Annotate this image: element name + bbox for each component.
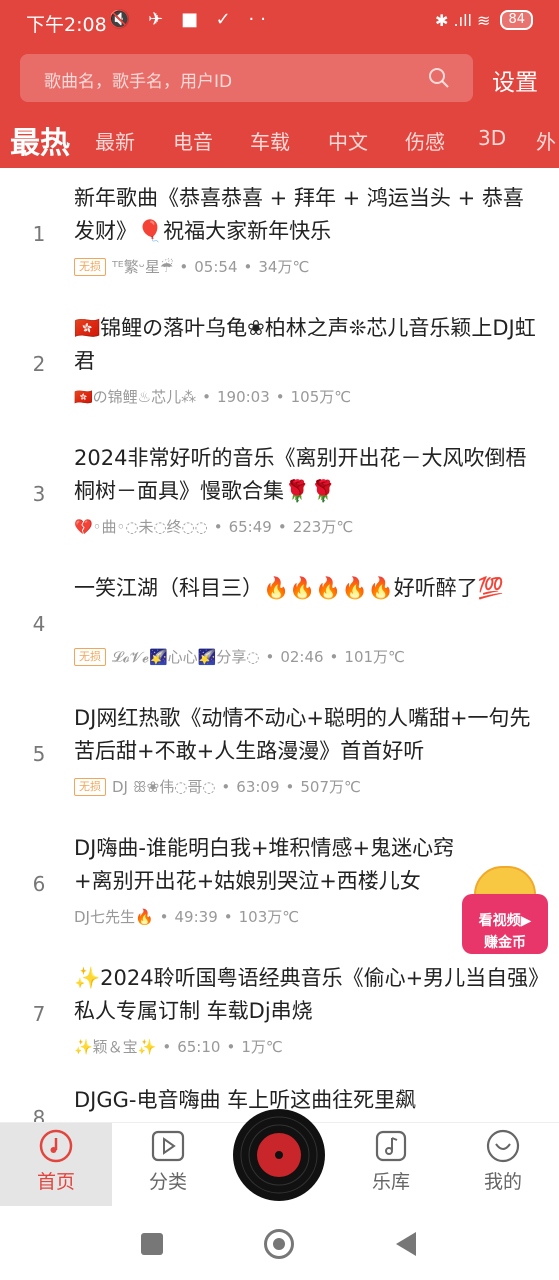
song-uploader: ᵀᴱ繁ᵕ星☔ — [112, 258, 174, 276]
song-meta: 无损 ᵀᴱ繁ᵕ星☔ • 05:54 • 34万℃ — [74, 256, 309, 277]
tab-foreign[interactable]: 外 — [536, 126, 556, 155]
nav-category-label: 分类 — [148, 1171, 187, 1193]
search-icon[interactable] — [427, 66, 451, 90]
smile-face-icon — [486, 1129, 520, 1163]
song-list: 1 新年歌曲《恭喜恭喜 + 拜年 + 鸿运当头 + 恭喜发财》🎈祝福大家新年快乐… — [0, 168, 559, 1122]
song-plays: 34万℃ — [258, 258, 310, 276]
status-time: 下午2:08 — [26, 14, 107, 36]
tab-hot[interactable]: 最热 — [10, 118, 70, 162]
tab-car[interactable]: 车载 — [250, 126, 290, 155]
song-duration: 65:49 — [228, 517, 272, 536]
song-uploader: 𝓛𝓸𝓥𝓮🌠心心🌠分享◌ — [112, 648, 260, 666]
song-duration: 63:09 — [236, 777, 280, 796]
song-rank: 8 — [32, 1106, 46, 1122]
song-rank: 4 — [32, 612, 46, 636]
song-meta: ✨颖＆宝✨ • 65:10 • 1万℃ — [74, 1037, 283, 1057]
status-right-group: ✱ .ıll ≋ 84 — [435, 10, 533, 30]
song-duration: 65:10 — [177, 1037, 221, 1056]
nav-home[interactable]: 首页 — [0, 1123, 112, 1207]
tab-sad[interactable]: 伤感 — [405, 126, 445, 155]
song-rank: 5 — [32, 742, 46, 766]
system-navigation-bar — [0, 1206, 559, 1280]
song-meta: DJ七先生🔥 • 49:39 • 103万℃ — [74, 907, 300, 927]
lossless-badge: 无损 — [74, 777, 106, 796]
song-uploader: DJ七先生🔥 — [74, 908, 154, 926]
song-rank: 1 — [32, 222, 46, 246]
vinyl-player-icon[interactable] — [232, 1108, 326, 1202]
lossless-badge: 无损 — [74, 647, 106, 666]
back-icon[interactable] — [396, 1232, 416, 1256]
nav-mine-label: 我的 — [483, 1171, 522, 1193]
search-input[interactable]: 歌曲名，歌手名，用户ID — [20, 54, 473, 102]
recent-apps-icon[interactable] — [141, 1233, 163, 1255]
song-item[interactable]: 2 🇭🇰锦鲤の落叶乌龟❀柏林之声❊芯儿音乐颖上DJ虹君 🇭🇰の锦鲤♨芯儿⁂ • … — [0, 312, 559, 442]
song-title: 一笑江湖（科目三）🔥🔥🔥🔥🔥好听醉了💯 — [74, 576, 504, 600]
signal-wifi-icons: ✱ .ıll ≋ — [435, 10, 491, 30]
song-plays: 1万℃ — [241, 1038, 283, 1056]
song-meta: 🇭🇰の锦鲤♨芯儿⁂ • 190:03 • 105万℃ — [74, 387, 352, 407]
song-uploader: 🇭🇰の锦鲤♨芯儿⁂ — [74, 388, 197, 406]
nav-category[interactable]: 分类 — [112, 1123, 224, 1207]
ad-banner: 看视频▶ 赚金币 — [462, 894, 548, 954]
status-bar: 下午2:08 🔇 ✈ ■ ✓ ·· ✱ .ıll ≋ 84 — [0, 0, 559, 42]
song-uploader: ✨颖＆宝✨ — [74, 1038, 157, 1056]
song-item[interactable]: 1 新年歌曲《恭喜恭喜 + 拜年 + 鸿运当头 + 恭喜发财》🎈祝福大家新年快乐… — [0, 182, 559, 312]
song-plays: 223万℃ — [292, 518, 354, 536]
song-title: 🇭🇰锦鲤の落叶乌龟❀柏林之声❊芯儿音乐颖上DJ虹君 — [74, 316, 536, 373]
tab-chinese[interactable]: 中文 — [328, 126, 368, 155]
song-title: 新年歌曲《恭喜恭喜 + 拜年 + 鸿运当头 + 恭喜发财》🎈祝福大家新年快乐 — [74, 186, 524, 243]
search-placeholder: 歌曲名，歌手名，用户ID — [44, 72, 233, 92]
song-item[interactable]: 7 ✨2024聆听国粤语经典音乐《偷心+男儿当自强》私人专属订制 车载Dj串烧 … — [0, 962, 559, 1092]
home-icon[interactable] — [264, 1229, 294, 1259]
nav-home-label: 首页 — [36, 1171, 75, 1193]
song-duration: 49:39 — [174, 907, 218, 926]
song-plays: 105万℃ — [290, 388, 352, 406]
play-box-icon — [151, 1130, 185, 1162]
category-tabs: 最热 最新 电音 车载 中文 伤感 3D 外 — [0, 114, 559, 168]
song-plays: 507万℃ — [300, 778, 361, 796]
home-note-icon — [39, 1129, 73, 1163]
song-duration: 05:54 — [194, 257, 238, 276]
song-rank: 6 — [32, 872, 46, 896]
song-plays: 103万℃ — [238, 908, 300, 926]
nav-library[interactable]: 乐库 — [335, 1123, 447, 1207]
song-duration: 190:03 — [216, 387, 270, 406]
song-uploader: DJ ꕥ❀伟◌哥◌ — [112, 778, 216, 796]
song-item[interactable]: 5 DJ网红热歌《动情不动心+聪明的人嘴甜+一句先苦后甜+不敢+人生路漫漫》首首… — [0, 702, 559, 832]
song-rank: 3 — [32, 482, 46, 506]
song-uploader: 💔◦曲◦◌未◌终◌◌ — [74, 518, 208, 536]
music-note-icon — [375, 1130, 407, 1162]
settings-button[interactable]: 设置 — [492, 63, 538, 97]
song-meta: 💔◦曲◦◌未◌终◌◌ • 65:49 • 223万℃ — [74, 517, 354, 537]
song-rank: 7 — [32, 1002, 46, 1026]
song-title: 2024非常好听的音乐《离别开出花－大风吹倒梧桐树－面具》慢歌合集🌹🌹 — [74, 446, 527, 503]
status-notification-icons: 🔇 ✈ ■ ✓ ·· — [108, 9, 272, 30]
song-rank: 2 — [32, 352, 46, 376]
ad-line1: 看视频▶ — [478, 913, 532, 929]
app-header: 下午2:08 🔇 ✈ ■ ✓ ·· ✱ .ıll ≋ 84 歌曲名，歌手名，用户… — [0, 0, 559, 168]
song-item[interactable]: 4 一笑江湖（科目三）🔥🔥🔥🔥🔥好听醉了💯 无损 𝓛𝓸𝓥𝓮🌠心心🌠分享◌ • 0… — [0, 572, 559, 702]
nav-library-label: 乐库 — [371, 1171, 410, 1193]
song-plays: 101万℃ — [344, 648, 405, 666]
tab-latest[interactable]: 最新 — [95, 126, 135, 155]
battery-icon: 84 — [500, 10, 533, 30]
song-title: ✨2024聆听国粤语经典音乐《偷心+男儿当自强》私人专属订制 车载Dj串烧 — [74, 966, 539, 1023]
tab-electronic[interactable]: 电音 — [173, 126, 213, 155]
ad-line2: 赚金币 — [484, 935, 526, 951]
watch-video-earn-coins-button[interactable]: 看视频▶ 赚金币 — [462, 866, 548, 954]
song-title: DJ嗨曲-谁能明白我+堆积情感+鬼迷心窍+离别开出花+姑娘别哭泣+西楼儿女 — [74, 836, 455, 893]
nav-mine[interactable]: 我的 — [447, 1123, 559, 1207]
song-meta: 无损 𝓛𝓸𝓥𝓮🌠心心🌠分享◌ • 02:46 • 101万℃ — [74, 646, 405, 667]
song-item[interactable]: 3 2024非常好听的音乐《离别开出花－大风吹倒梧桐树－面具》慢歌合集🌹🌹 💔◦… — [0, 442, 559, 572]
song-title: DJ网红热歌《动情不动心+聪明的人嘴甜+一句先苦后甜+不敢+人生路漫漫》首首好听 — [74, 706, 531, 763]
song-meta: 无损 DJ ꕥ❀伟◌哥◌ • 63:09 • 507万℃ — [74, 776, 361, 797]
lossless-badge: 无损 — [74, 257, 106, 276]
tab-3d[interactable]: 3D — [478, 126, 506, 150]
song-duration: 02:46 — [280, 647, 324, 666]
